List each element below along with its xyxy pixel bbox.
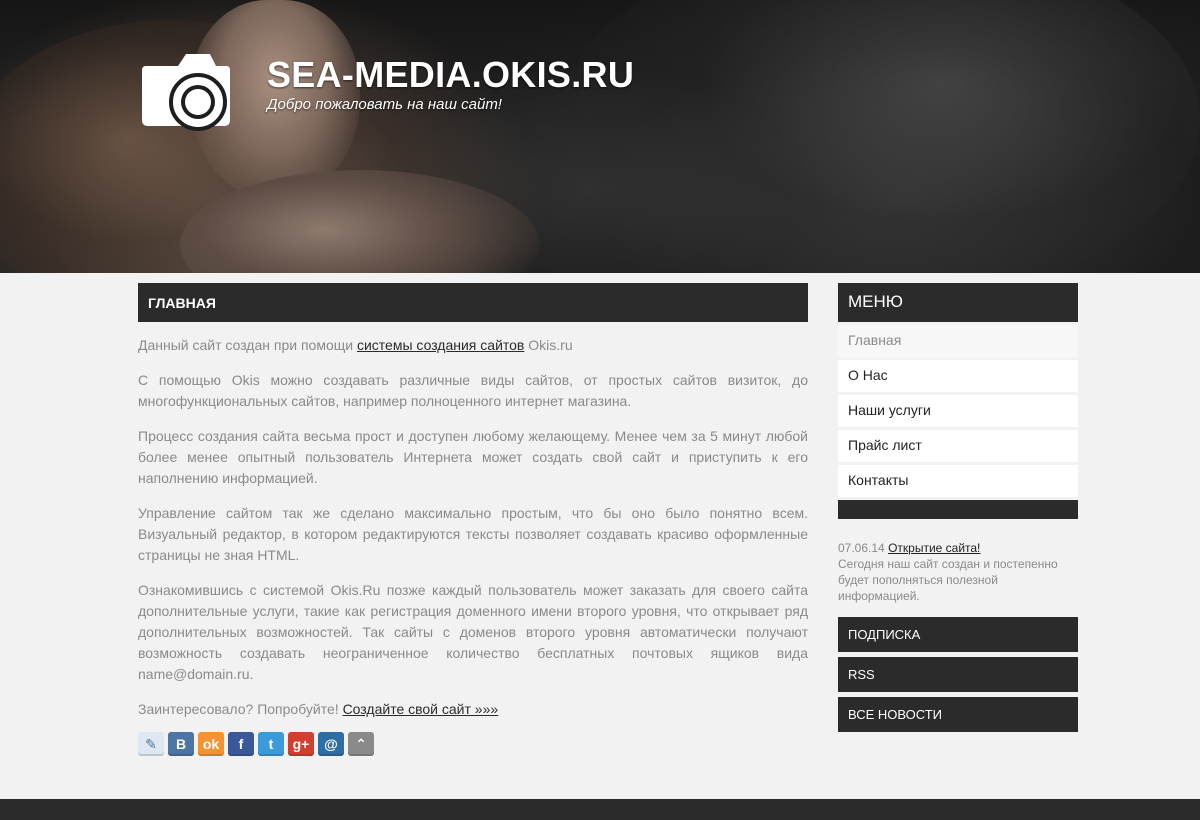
paragraph-text: Заинтересовало? Попробуйте! — [138, 701, 343, 717]
more-share-icon[interactable]: ⌃ — [348, 732, 374, 756]
sidebar-item-home[interactable]: Главная — [838, 325, 1078, 357]
page-footer — [0, 799, 1200, 820]
site-builder-link[interactable]: системы создания сайтов — [357, 337, 524, 353]
news-text: Сегодня наш сайт создан и постепенно буд… — [838, 557, 1058, 603]
mailru-icon[interactable]: @ — [318, 732, 344, 756]
rss-button[interactable]: RSS — [838, 657, 1078, 692]
social-share-bar: ✎ Bok f t g+ @ ⌃ — [138, 732, 808, 756]
livejournal-icon[interactable]: ✎ — [138, 732, 164, 756]
sidebar: МЕНЮ Главная О Нас Наши услуги Прайс лис… — [838, 283, 1078, 732]
paragraph-text: Okis.ru — [524, 337, 573, 353]
paragraph-intro: Данный сайт создан при помощи системы со… — [138, 335, 808, 356]
all-news-button[interactable]: ВСЕ НОВОСТИ — [838, 697, 1078, 732]
news-date: 07.06.14 — [838, 541, 885, 555]
camera-logo-icon[interactable] — [138, 48, 232, 134]
sidebar-item-contacts[interactable]: Контакты — [838, 465, 1078, 497]
paragraph-process: Процесс создания сайта весьма прост и до… — [138, 428, 808, 486]
sidebar-item-pricelist[interactable]: Прайс лист — [838, 430, 1078, 462]
paragraph-cta: Заинтересовало? Попробуйте! Создайте сво… — [138, 699, 808, 720]
create-site-link[interactable]: Создайте свой сайт »»» — [343, 701, 499, 717]
googleplus-icon[interactable]: g+ — [288, 732, 314, 756]
site-subtitle: Добро пожаловать на наш сайт! — [267, 96, 502, 113]
twitter-icon[interactable]: t — [258, 732, 284, 756]
sidebar-item-services[interactable]: Наши услуги — [838, 395, 1078, 427]
main-content: ГЛАВНАЯ Данный сайт создан при помощи си… — [138, 283, 808, 756]
facebook-icon[interactable]: f — [228, 732, 254, 756]
menu-title: МЕНЮ — [838, 283, 1078, 322]
news-item: 07.06.14 Открытие сайта! Сегодня наш сай… — [838, 540, 1078, 604]
sidebar-item-about[interactable]: О Нас — [838, 360, 1078, 392]
odnoklassniki-icon[interactable]: ok — [198, 732, 224, 756]
site-title[interactable]: SEA-MEDIA.OKIS.RU — [267, 54, 634, 96]
article-body: Данный сайт создан при помощи системы со… — [138, 322, 808, 756]
paragraph-text: Данный сайт создан при помощи — [138, 337, 357, 353]
paragraph-management: Управление сайтом так же сделано максима… — [138, 505, 808, 563]
page-title: ГЛАВНАЯ — [138, 283, 808, 322]
paragraph-site-types: С помощью Okis можно создавать различные… — [138, 372, 808, 409]
news-title-link[interactable]: Открытие сайта! — [888, 541, 980, 555]
paragraph-services: Ознакомившись с системой Okis.Ru позже к… — [138, 582, 808, 682]
header-banner: SEA-MEDIA.OKIS.RU Добро пожаловать на на… — [0, 0, 1200, 273]
menu-footer-bar — [838, 500, 1078, 519]
subscribe-button[interactable]: ПОДПИСКА — [838, 617, 1078, 652]
vkontakte-icon[interactable]: B — [168, 732, 194, 756]
